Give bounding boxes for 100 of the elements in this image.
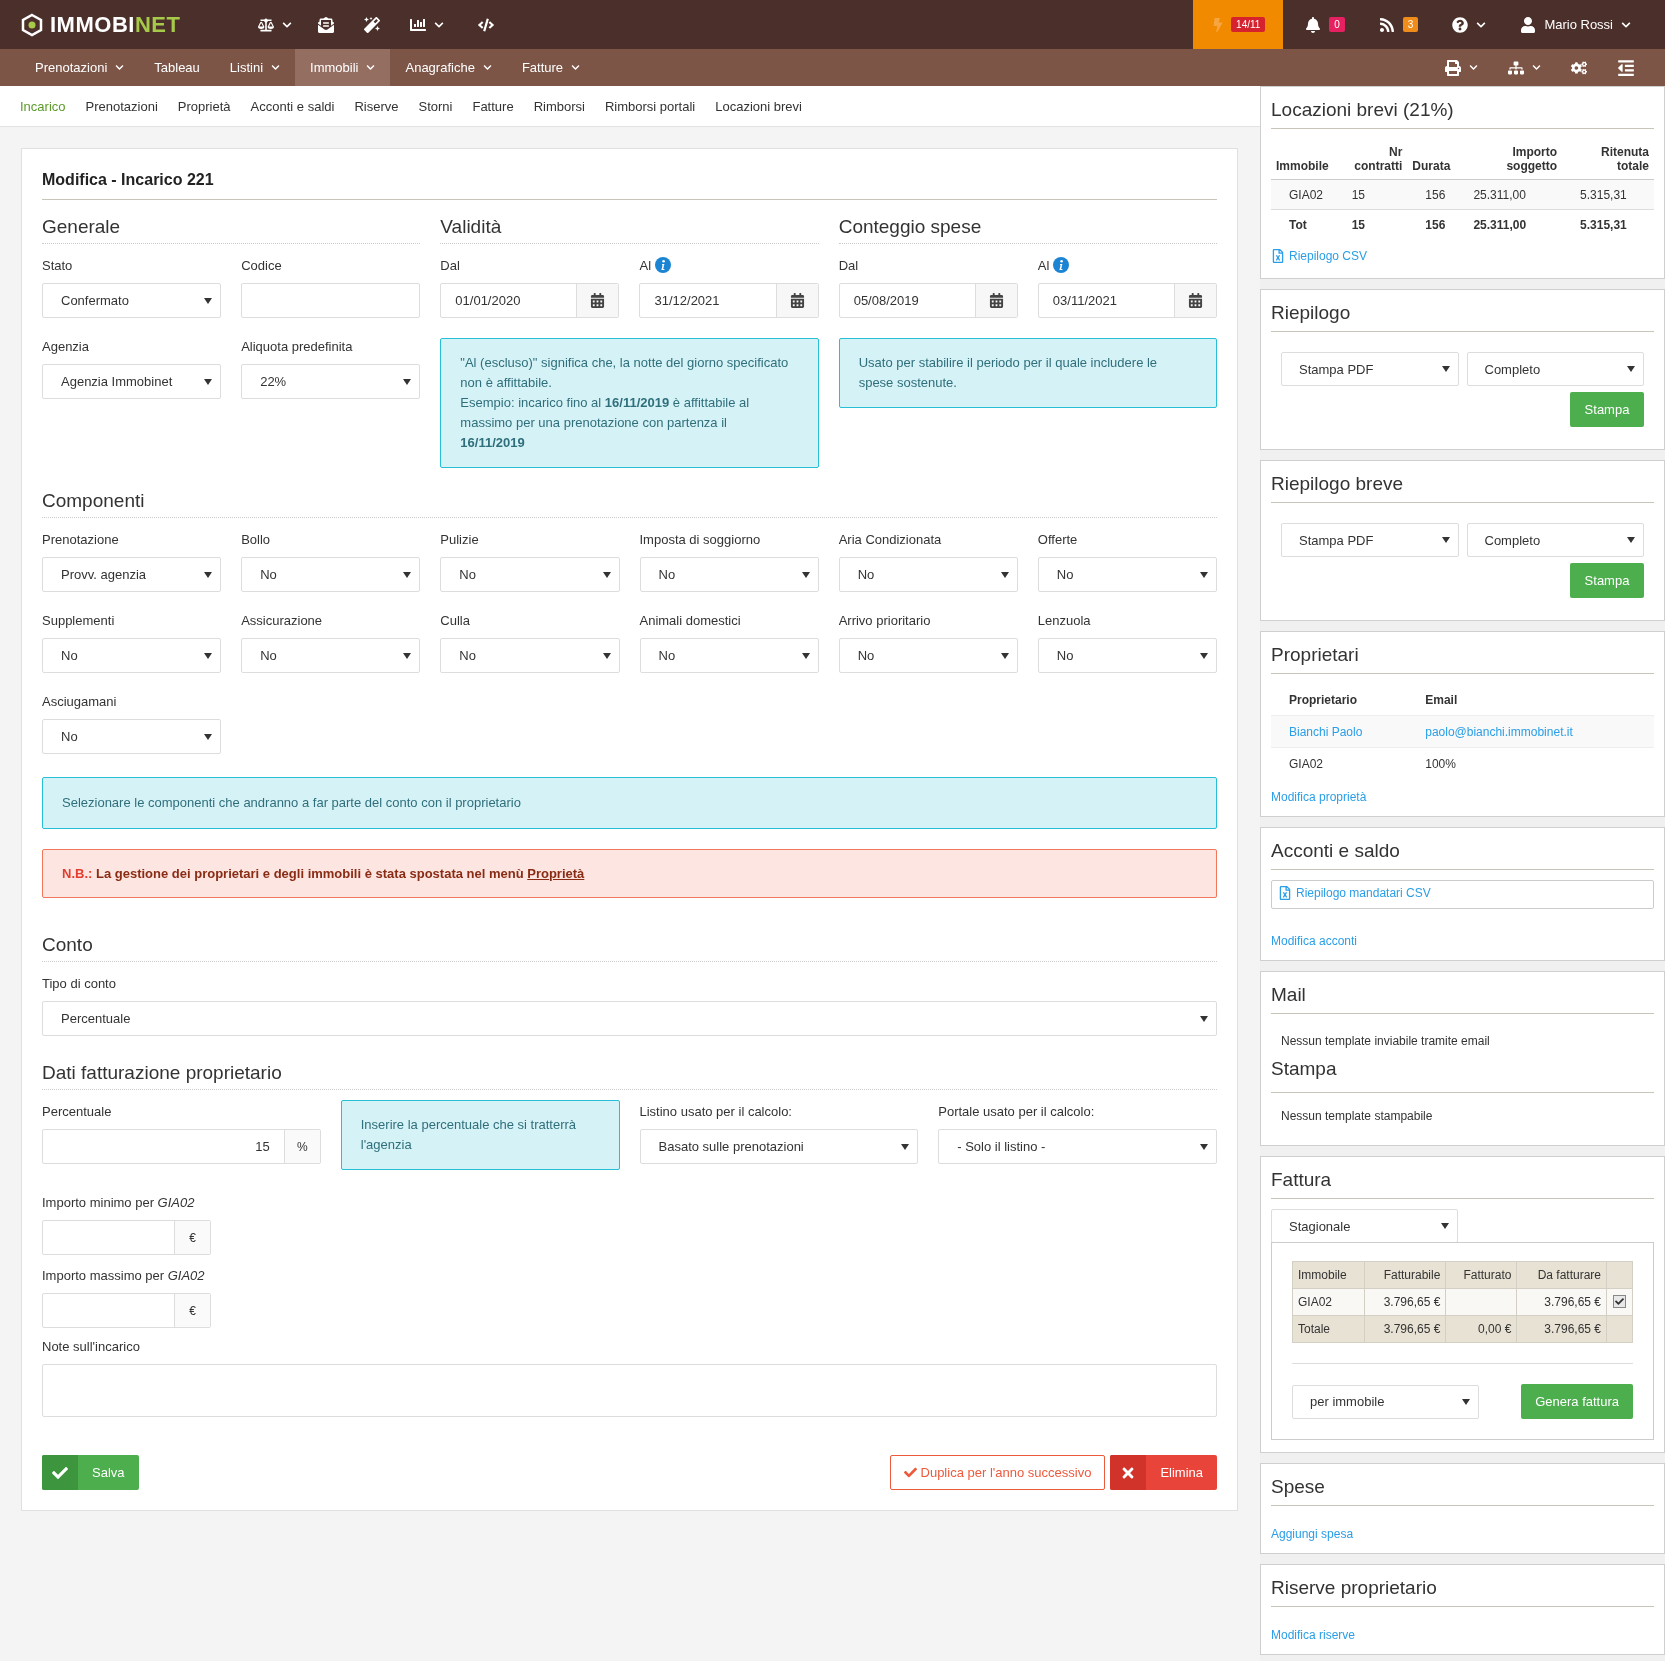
column-header: Da fatturare [1516,1261,1607,1289]
select-field[interactable]: No [241,557,421,592]
amount-field[interactable]: € [42,1220,211,1255]
select-field[interactable]: Basato sulle prenotazioni [639,1129,919,1164]
section-title: Conto [42,934,1217,962]
field-label: Imposta di soggiorno [639,531,761,547]
user-menu[interactable]: Mario Rossi [1520,16,1631,33]
select-field[interactable]: No [440,638,620,673]
caret-icon [204,378,213,385]
subnav-tab[interactable]: Riserve [354,98,399,114]
subnav-tab[interactable]: Incarico [20,98,66,114]
select-field[interactable]: per immobile [1292,1384,1479,1419]
select-field[interactable]: Stampa PDF [1281,523,1459,557]
select-field[interactable]: No [42,638,222,673]
subnav-tab[interactable]: Rimborsi [533,98,585,114]
outdent-icon[interactable] [1617,58,1635,77]
duplicate-button[interactable]: Duplica per l'anno successivo [889,1455,1106,1490]
field-label: Culla [440,612,470,628]
calendar-button[interactable] [775,284,818,317]
caret-icon [602,652,611,659]
calendar-button[interactable] [1174,284,1216,317]
sitemap-icon[interactable] [1508,59,1524,76]
checkbox[interactable] [1613,1295,1626,1308]
menu-item[interactable]: Prenotazioni [20,49,140,86]
help-icon[interactable] [1452,16,1469,33]
table-cell: 5.315,31 [1562,179,1654,210]
settings-icon[interactable] [1571,59,1587,76]
select-field[interactable]: No [241,638,421,673]
date-field[interactable]: 01/01/2020 [440,283,620,318]
select-field[interactable]: No [639,638,819,673]
select-field[interactable]: Percentuale [42,1001,1217,1036]
delete-button[interactable]: Elimina [1110,1455,1217,1490]
field-label: Offerte [1037,531,1078,547]
addon-label: % [283,1130,320,1163]
subnav-tab[interactable]: Proprietà [177,98,231,114]
select-field[interactable]: No [1037,638,1217,673]
subnav-tab[interactable]: Acconti e saldi [250,98,335,114]
percentage-field[interactable]: 15 % [42,1129,321,1164]
select-field[interactable]: No [838,557,1018,592]
select-field[interactable]: No [42,719,222,754]
total-cell: 3.796,65 € [1364,1315,1446,1343]
code-icon[interactable] [478,16,495,33]
caret-icon [1441,366,1450,372]
menu-item[interactable]: Listini [214,49,296,86]
rss-icon[interactable] [1378,16,1395,33]
bell-icon[interactable] [1305,16,1322,33]
panel-title: Locazioni brevi (21%) [1271,97,1654,129]
magic-wand-icon[interactable] [364,16,381,33]
subnav-tab[interactable]: Prenotazioni [85,98,158,114]
total-cell: 15 [1333,209,1408,239]
date-field[interactable]: 03/11/2021 [1037,283,1217,318]
field-label: Assicurazione [241,612,323,628]
input-field[interactable] [241,283,421,318]
menu-link[interactable]: Proprietà [527,866,585,881]
column-header: Immobile [1292,1261,1365,1289]
field-label: Importo massimo per GIA02 [42,1267,205,1283]
field-label: Stato [42,257,73,273]
select-field[interactable]: Stampa PDF [1281,352,1459,386]
table-cell: 100% [1407,747,1654,779]
field-label: Aliquota predefinita [241,338,353,354]
field-label: Bollo [241,531,271,547]
form-title: Modifica - Incarico 221 [42,167,1217,200]
scale-icon[interactable] [258,16,275,33]
select-field[interactable]: - Solo il listino - [938,1129,1217,1164]
panel-title: Stampa [1271,1058,1654,1093]
select-field[interactable]: Provv. agenzia [42,557,222,592]
subnav-tab[interactable]: Locazioni brevi [715,98,802,114]
subnav-tab[interactable]: Storni [418,98,453,114]
menu-item[interactable]: Fatture [506,49,596,86]
select-field[interactable]: Completo [1466,352,1644,386]
subnav-tab[interactable]: Fatture [472,98,514,114]
menu-item[interactable]: Tableau [139,49,215,86]
select-field[interactable]: Completo [1466,523,1644,557]
select-field[interactable]: Stagionale [1271,1209,1458,1243]
printer-icon[interactable] [1445,59,1461,76]
select-field[interactable]: Agenzia Immobinet [42,364,222,399]
calendar-button[interactable] [576,284,619,317]
menu-item[interactable]: Immobili [295,49,391,86]
field-label: Aria Condizionata [838,531,942,547]
menu-item[interactable]: Anagrafiche [390,49,507,86]
panel-title: Acconti e saldo [1271,838,1654,870]
caret-icon [1200,652,1208,659]
envelope-icon[interactable] [318,16,335,33]
select-field[interactable]: 22% [241,364,421,399]
total-cell: 0,00 € [1445,1315,1517,1343]
calendar-button[interactable] [974,284,1017,317]
date-field[interactable]: 31/12/2021 [639,283,819,318]
select-field[interactable]: No [1037,557,1217,592]
bar-chart-icon[interactable] [410,16,427,33]
select-field[interactable]: No [440,557,620,592]
subnav-tab[interactable]: Rimborsi portali [604,98,696,114]
total-cell: Tot [1271,209,1334,239]
select-field[interactable]: Confermato [42,283,222,318]
alert-button[interactable]: 14/11 [1193,0,1284,49]
field-label: Agenzia [42,338,89,354]
select-field[interactable]: No [639,557,819,592]
chevron-down-icon [115,63,125,72]
date-field[interactable]: 05/08/2019 [838,283,1018,318]
select-field[interactable]: No [838,638,1018,673]
amount-field[interactable]: € [42,1293,211,1328]
